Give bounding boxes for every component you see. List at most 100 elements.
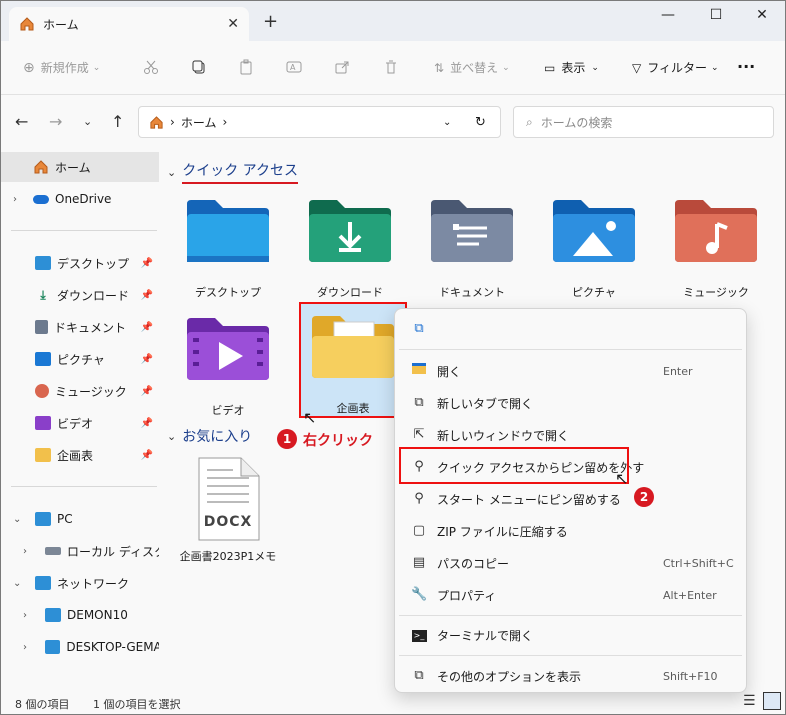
navigation-pane: ホーム › OneDrive デスクトップ 📌 ⤓ ダウンロード 📌 ドキュメン…	[1, 150, 161, 690]
new-button[interactable]: ⊕ 新規作成 ⌄	[23, 59, 100, 76]
pin-icon[interactable]: 📌	[141, 354, 153, 365]
chevron-down-icon: ⌄	[502, 62, 510, 73]
up-arrow-icon[interactable]: ↑	[111, 112, 124, 131]
folder-documents[interactable]: ドキュメント	[417, 198, 527, 318]
folder-pictures[interactable]: ピクチャ	[539, 198, 649, 318]
folder-music[interactable]: ミュージック	[661, 198, 771, 318]
refresh-icon[interactable]: ↻	[475, 115, 486, 130]
menu-item-terminal[interactable]: >_ ターミナルで開く	[395, 619, 746, 651]
folder-label: ピクチャ	[572, 286, 616, 299]
chevron-right-icon[interactable]: ›	[23, 642, 27, 653]
chevron-right-icon[interactable]: ›	[23, 546, 27, 557]
recent-chevron-icon[interactable]: ⌄	[83, 115, 92, 128]
sidebar-item-local-disk[interactable]: › ローカル ディスク (C:)	[1, 536, 159, 566]
sidebar-item-onedrive[interactable]: › OneDrive	[1, 184, 159, 214]
sidebar-item-label: デスクトップ	[57, 256, 130, 271]
filter-button[interactable]: ▽ フィルター ⌄	[632, 59, 719, 76]
divider	[11, 230, 157, 231]
status-bar: 8 個の項目 1 個の項目を選択 ☰	[1, 690, 785, 714]
file-kikakusho-memo[interactable]: DOCX 企画書2023P1メモ	[173, 456, 283, 566]
tab-home[interactable]: ホーム ✕	[9, 7, 249, 41]
address-dropdown-icon[interactable]: ⌄	[443, 117, 451, 128]
folder-kikakuhyo[interactable]: 企画表	[299, 302, 407, 418]
sidebar-item-pictures[interactable]: ピクチャ 📌	[1, 344, 159, 374]
menu-item-properties[interactable]: 🔧 プロパティ Alt+Enter	[395, 579, 746, 611]
sidebar-item-videos[interactable]: ビデオ 📌	[1, 408, 159, 438]
sidebar-item-desktop[interactable]: デスクトップ 📌	[1, 248, 159, 278]
sidebar-item-network[interactable]: ⌄ ネットワーク	[1, 568, 159, 598]
delete-icon[interactable]	[383, 59, 399, 75]
sidebar-item-home[interactable]: ホーム	[1, 152, 159, 182]
pin-icon[interactable]: 📌	[141, 258, 153, 269]
group-header-favorites[interactable]: ⌄ お気に入り	[167, 426, 252, 446]
chevron-down-icon[interactable]: ⌄	[13, 514, 21, 525]
desktop-icon	[35, 256, 51, 270]
copy-icon[interactable]: ⧉	[411, 321, 427, 337]
sidebar-item-music[interactable]: ミュージック 📌	[1, 376, 159, 406]
sidebar-item-desktop-gemav[interactable]: › DESKTOP-GEMAV	[1, 632, 159, 662]
cut-icon[interactable]	[143, 59, 159, 75]
folder-downloads[interactable]: ダウンロード	[295, 198, 405, 318]
forward-arrow-icon[interactable]: →	[49, 112, 62, 131]
rename-icon[interactable]: A	[286, 59, 302, 75]
pin-icon[interactable]: 📌	[141, 418, 153, 429]
close-button[interactable]: ✕	[747, 7, 777, 23]
menu-label: ターミナルで開く	[437, 628, 534, 643]
paste-icon[interactable]	[238, 59, 254, 75]
pictures-folder-icon	[553, 200, 635, 262]
chevron-right-icon[interactable]: ›	[13, 194, 17, 205]
title-bar: ホーム ✕ + — ☐ ✕	[1, 1, 785, 41]
menu-label: 開く	[437, 364, 462, 379]
view-button[interactable]: ▭ 表示 ⌄	[544, 59, 599, 76]
file-label: 企画書2023P1メモ	[179, 550, 277, 563]
tiles-view-icon[interactable]	[763, 692, 781, 710]
folder-desktop[interactable]: デスクトップ	[173, 198, 283, 318]
chevron-down-icon: ⌄	[711, 62, 719, 73]
search-icon: ⌕	[526, 114, 533, 129]
pin-icon[interactable]: 📌	[141, 386, 153, 397]
folder-videos[interactable]: ビデオ	[173, 316, 283, 436]
menu-item-open-new-tab[interactable]: ⧉ 新しいタブで開く	[395, 387, 746, 419]
maximize-button[interactable]: ☐	[701, 7, 731, 23]
menu-label: その他のオプションを表示	[437, 669, 582, 684]
chevron-right-icon[interactable]: ›	[23, 610, 27, 621]
menu-item-more-options[interactable]: ⧉ その他のオプションを表示 Shift+F10	[395, 660, 746, 692]
sidebar-item-kikakuhyo[interactable]: 企画表 📌	[1, 440, 159, 470]
pin-icon[interactable]: 📌	[141, 290, 153, 301]
chevron-down-icon[interactable]: ⌄	[13, 578, 21, 589]
search-input[interactable]: ⌕ ホームの検索	[513, 106, 774, 138]
minimize-button[interactable]: —	[653, 7, 683, 23]
sidebar-item-label: ピクチャ	[57, 352, 105, 367]
breadcrumb-home[interactable]: ホーム	[181, 114, 217, 131]
more-options-button[interactable]: ···	[737, 57, 755, 76]
sort-button[interactable]: ⇅ 並べ替え ⌄	[434, 59, 510, 76]
sidebar-item-documents[interactable]: ドキュメント 📌	[1, 312, 159, 342]
menu-item-copy-path[interactable]: ▤ パスのコピー Ctrl+Shift+C	[395, 547, 746, 579]
menu-item-pin-start[interactable]: ⚲ スタート メニューにピン留めする	[395, 483, 746, 515]
sidebar-item-demon10[interactable]: › DEMON10	[1, 600, 159, 630]
back-arrow-icon[interactable]: ←	[15, 112, 28, 131]
sidebar-item-label: 企画表	[57, 448, 94, 463]
menu-item-open[interactable]: 開く Enter	[395, 355, 746, 387]
tab-title: ホーム	[43, 17, 79, 32]
group-header-quick-access[interactable]: ⌄ クイック アクセス	[167, 160, 298, 184]
sidebar-item-pc[interactable]: ⌄ PC	[1, 504, 159, 534]
sidebar-item-label: ネットワーク	[57, 576, 130, 591]
video-icon	[35, 416, 51, 430]
search-placeholder: ホームの検索	[540, 115, 613, 130]
tab-close-icon[interactable]: ✕	[227, 16, 239, 32]
share-icon[interactable]	[334, 59, 350, 75]
new-tab-button[interactable]: +	[263, 11, 278, 32]
details-view-icon[interactable]: ☰	[743, 693, 756, 709]
pin-icon[interactable]: 📌	[141, 450, 153, 461]
picture-icon	[35, 352, 51, 366]
sort-icon: ⇅	[434, 60, 445, 75]
filter-label: フィルター	[647, 61, 707, 75]
menu-item-zip[interactable]: ▢ ZIP ファイルに圧縮する	[395, 515, 746, 547]
pin-icon[interactable]: 📌	[141, 322, 153, 333]
command-bar: ⊕ 新規作成 ⌄ A ⇅ 並べ替え ⌄ ▭ 表示 ⌄ ▽ フィルター ⌄ ···	[1, 41, 785, 95]
address-bar[interactable]: › ホーム › ⌄ ↻	[138, 106, 501, 138]
breadcrumb-sep: ›	[222, 115, 228, 129]
sidebar-item-downloads[interactable]: ⤓ ダウンロード 📌	[1, 280, 159, 310]
copy-icon[interactable]	[191, 59, 207, 75]
